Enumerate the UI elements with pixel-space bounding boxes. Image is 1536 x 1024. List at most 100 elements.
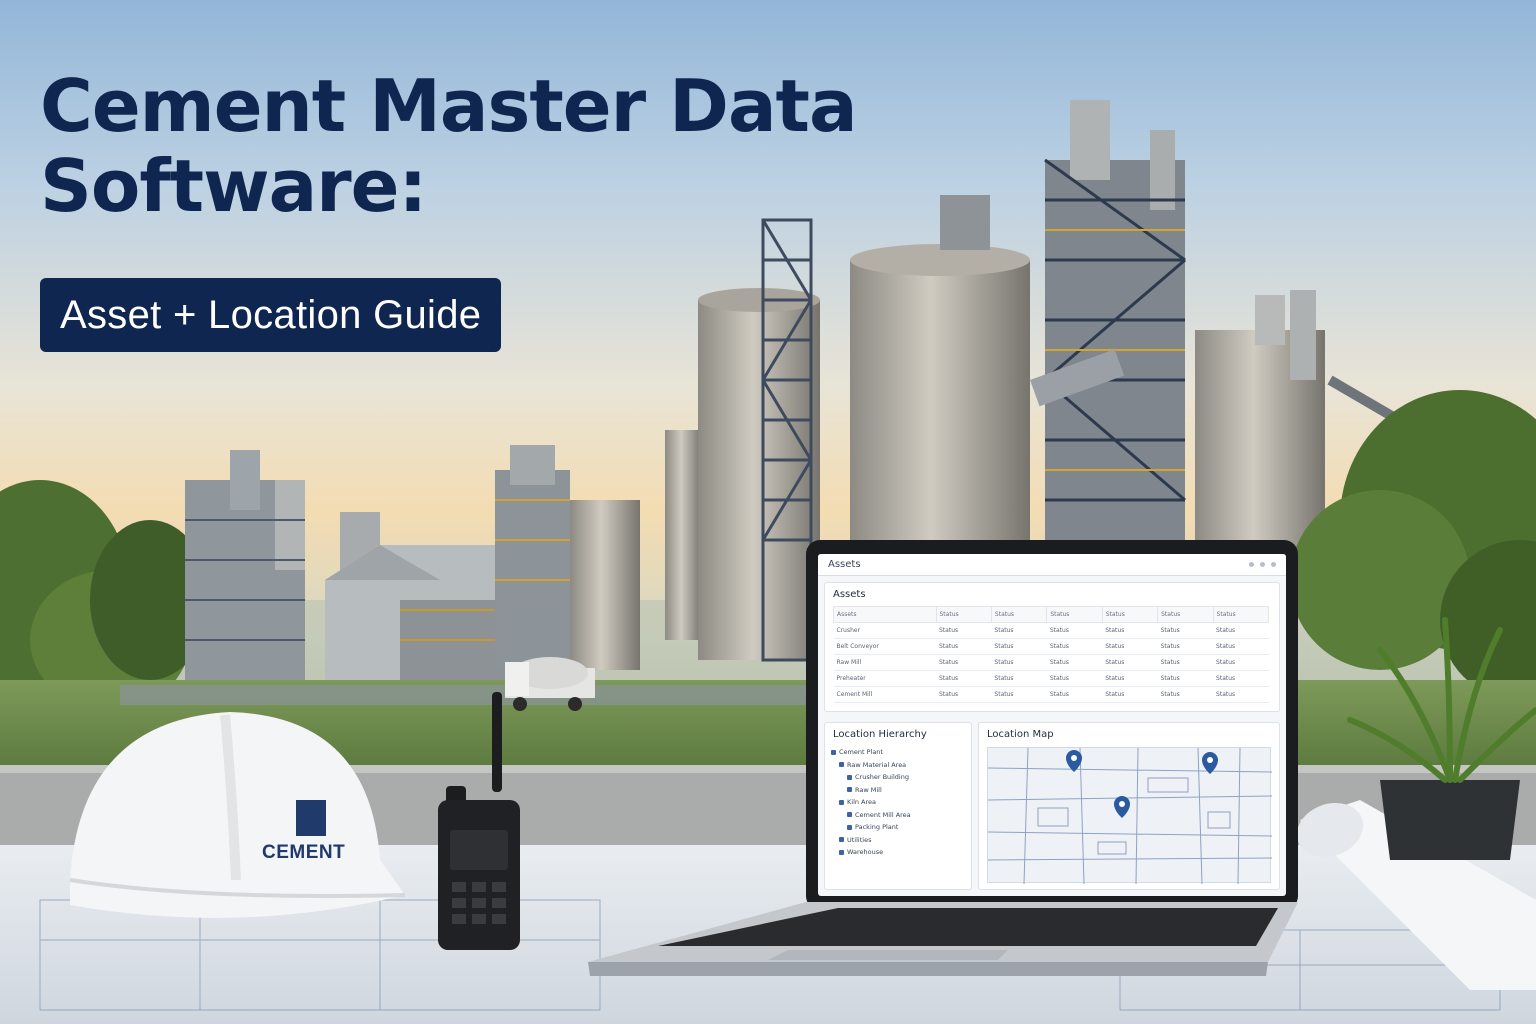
- table-cell: Belt Conveyor: [833, 638, 936, 655]
- app-title-bar: Assets: [818, 554, 1286, 576]
- table-row[interactable]: Raw Mill Status Status Status Status Sta…: [833, 654, 1269, 671]
- table-cell: Status: [991, 686, 1047, 703]
- table-cell: Status: [1213, 622, 1269, 639]
- headline: Cement Master Data Software:: [40, 66, 1000, 226]
- window-controls[interactable]: [1249, 562, 1276, 567]
- tree-node[interactable]: Kiln Area: [831, 796, 965, 809]
- assets-panel: Assets Assets Status Status Status Statu…: [824, 582, 1280, 712]
- folder-icon: [839, 762, 844, 768]
- assets-table-header: Assets Status Status Status Status Statu…: [833, 606, 1270, 623]
- map-drawing: [987, 747, 1273, 885]
- tree-node[interactable]: Raw Mill: [831, 784, 965, 797]
- table-row[interactable]: Preheater Status Status Status Status St…: [833, 670, 1269, 687]
- folder-icon: [839, 849, 844, 855]
- tree-node-label: Warehouse: [847, 848, 884, 856]
- app-window-title: Assets: [828, 559, 861, 570]
- tree-node[interactable]: Cement Mill Area: [831, 809, 965, 822]
- table-cell: Status: [936, 686, 992, 703]
- folder-icon: [847, 774, 852, 780]
- hierarchy-tree: Cement Plant Raw Material Area Crusher B…: [825, 746, 971, 859]
- table-cell: Cement Mill: [833, 686, 936, 703]
- table-cell: Status: [1157, 622, 1214, 639]
- table-cell: Status: [1213, 654, 1269, 671]
- table-cell: Preheater: [833, 670, 936, 687]
- photo-scene: Cement Master Data Software: Asset + Loc…: [0, 0, 1536, 1024]
- location-map-panel: Location Map: [978, 722, 1280, 890]
- headline-line-2: Software:: [40, 144, 427, 228]
- folder-icon: [847, 787, 852, 793]
- table-cell: Status: [991, 654, 1047, 671]
- tree-node-label: Raw Mill: [855, 785, 882, 794]
- laptop: Assets Assets Assets Status Status Statu…: [588, 540, 1298, 980]
- table-row[interactable]: Belt Conveyor Status Status Status Statu…: [833, 638, 1269, 655]
- folder-icon: [839, 799, 844, 805]
- folder-icon: [839, 837, 844, 843]
- table-cell: Status: [936, 654, 992, 671]
- helmet-label: CEMENT: [262, 842, 346, 863]
- left-trees: [0, 480, 210, 710]
- table-cell: Status: [936, 670, 992, 687]
- column-header[interactable]: Status: [990, 606, 1048, 623]
- column-header[interactable]: Status: [1101, 606, 1159, 623]
- table-cell: Status: [1046, 670, 1103, 687]
- assets-panel-title: Assets: [833, 589, 866, 600]
- tree-node-label: Packing Plant: [855, 823, 899, 831]
- mid-tower: [495, 445, 570, 670]
- table-cell: Status: [1046, 686, 1103, 703]
- column-header[interactable]: Assets: [833, 606, 937, 623]
- table-row[interactable]: Crusher Status Status Status Status Stat…: [833, 622, 1269, 639]
- tree-node[interactable]: Crusher Building: [831, 771, 965, 784]
- assets-table: Assets Status Status Status Status Statu…: [833, 606, 1270, 703]
- table-cell: Status: [991, 638, 1047, 655]
- table-cell: Status: [1102, 638, 1158, 655]
- tree-node[interactable]: Packing Plant: [831, 821, 965, 834]
- table-cell: Status: [1046, 638, 1103, 655]
- laptop-screen-bezel: Assets Assets Assets Status Status Statu…: [806, 540, 1298, 910]
- table-cell: Status: [1102, 622, 1158, 639]
- subtitle-banner: Asset + Location Guide: [40, 278, 502, 352]
- table-cell: Status: [1213, 638, 1269, 655]
- table-cell: Status: [1102, 654, 1158, 671]
- table-cell: Status: [1157, 654, 1214, 671]
- silo-center: [850, 195, 1030, 590]
- table-cell: Raw Mill: [833, 654, 936, 671]
- column-header[interactable]: Status: [935, 606, 992, 623]
- column-header[interactable]: Status: [1157, 606, 1214, 623]
- tree-node[interactable]: Warehouse: [831, 846, 965, 859]
- table-cell: Status: [936, 622, 992, 639]
- table-cell: Status: [1213, 686, 1269, 703]
- table-cell: Status: [1046, 654, 1103, 671]
- tree-node[interactable]: Utilities: [831, 834, 965, 847]
- laptop-screen: Assets Assets Assets Status Status Statu…: [818, 554, 1286, 896]
- table-cell: Status: [991, 670, 1047, 687]
- preheater-tower: [1030, 100, 1186, 580]
- table-cell: Status: [1213, 670, 1269, 687]
- table-cell: Status: [1102, 670, 1158, 687]
- subtitle-text: Asset + Location Guide: [60, 292, 482, 337]
- tree-node-label: Cement Mill Area: [855, 810, 911, 819]
- column-header[interactable]: Status: [1046, 606, 1103, 623]
- table-cell: Status: [991, 622, 1047, 639]
- table-cell: Status: [1046, 622, 1103, 639]
- table-cell: Status: [1157, 638, 1214, 655]
- location-hierarchy-panel: Location Hierarchy Cement Plant Raw Mate…: [824, 722, 972, 890]
- folder-icon: [831, 749, 836, 755]
- column-header[interactable]: Status: [1212, 606, 1270, 623]
- tree-node[interactable]: Cement Plant: [831, 746, 965, 759]
- tree-node-label: Cement Plant: [839, 748, 883, 756]
- table-row[interactable]: Cement Mill Status Status Status Status …: [833, 686, 1269, 703]
- table-cell: Status: [1102, 686, 1158, 703]
- tree-node-label: Utilities: [847, 835, 872, 844]
- folder-icon: [847, 812, 852, 818]
- table-cell: Status: [936, 638, 992, 655]
- tree-node-label: Crusher Building: [855, 773, 909, 781]
- map-panel-title: Location Map: [987, 729, 1054, 740]
- location-map[interactable]: [987, 747, 1273, 885]
- tree-node[interactable]: Raw Material Area: [831, 759, 965, 772]
- hierarchy-panel-title: Location Hierarchy: [833, 729, 927, 740]
- folder-icon: [847, 824, 852, 830]
- headline-line-1: Cement Master Data: [40, 64, 858, 148]
- table-cell: Status: [1157, 670, 1214, 687]
- table-cell: Crusher: [833, 622, 936, 639]
- tree-node-label: Raw Material Area: [847, 760, 907, 769]
